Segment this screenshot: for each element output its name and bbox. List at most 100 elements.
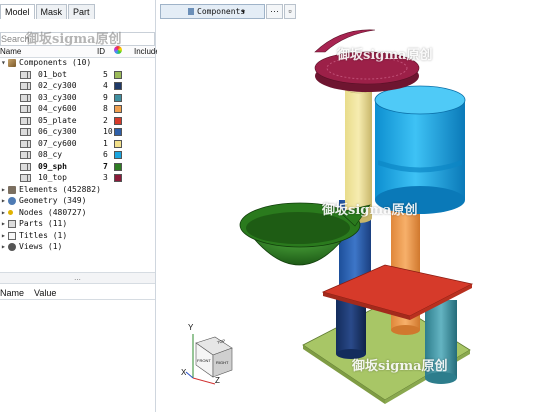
chevron-down-icon: ▾ — [241, 7, 246, 16]
component-id: 6 — [103, 150, 108, 159]
watermark-text: 御坂sigma原创 — [352, 359, 448, 374]
tree-row-views[interactable]: ▸ Views (1) — [0, 241, 155, 253]
x-axis-line — [185, 371, 194, 379]
component-row[interactable]: 06_cy300 10 — [0, 126, 155, 138]
component-label: 06_cy300 — [38, 127, 77, 136]
nodes-icon — [8, 209, 13, 215]
component-color-swatch[interactable] — [114, 151, 122, 159]
component-color-swatch[interactable] — [114, 105, 122, 113]
more-options-button[interactable]: ··· — [266, 4, 283, 19]
component-row[interactable]: 09_sph 7 — [0, 161, 155, 173]
expand-arrow-icon[interactable]: ▸ — [1, 184, 6, 196]
component-id: 8 — [103, 104, 108, 113]
tab-part[interactable]: Part — [68, 4, 95, 19]
splitter-grip: ... — [74, 273, 81, 282]
pin-button[interactable]: ▫ — [284, 4, 296, 19]
component-label: 05_plate — [38, 115, 77, 125]
component-id: 5 — [103, 69, 108, 79]
component-color-swatch[interactable] — [114, 139, 122, 148]
expand-arrow-icon[interactable]: ▸ — [1, 230, 6, 242]
entity-type-label: Components — [197, 7, 246, 16]
component-id: 9 — [103, 92, 108, 102]
views-icon — [8, 243, 16, 251]
expand-arrow-icon[interactable]: ▸ — [1, 218, 6, 230]
component-color-swatch[interactable] — [114, 162, 122, 171]
component-label: 02_cy300 — [38, 81, 77, 90]
y-axis-label: Y — [188, 323, 194, 332]
component-color-swatch[interactable] — [114, 93, 122, 102]
tree-row-label: Parts (11) — [19, 219, 68, 228]
watermark-text: 御坂sigma原创 — [337, 48, 433, 63]
component-color-swatch[interactable] — [114, 174, 122, 182]
component-label: 10_top — [38, 173, 67, 182]
titles-icon — [8, 231, 16, 240]
watermark-text: 御坂sigma原创 — [26, 32, 122, 47]
component-row[interactable]: 02_cy300 4 — [0, 80, 155, 92]
component-label: 08_cy — [38, 150, 63, 159]
expand-arrow-icon[interactable]: ▸ — [1, 241, 6, 253]
component-label: 01_bot — [38, 69, 67, 79]
component-label: 04_cy600 — [38, 104, 77, 113]
components-label: Components (10) — [19, 58, 92, 67]
tree-row-label: Nodes (480727) — [19, 207, 87, 217]
component-color-swatch[interactable] — [114, 70, 122, 79]
column-id[interactable]: ID — [97, 47, 105, 56]
tab-model[interactable]: Model — [0, 4, 35, 19]
model-tree: ▾ Components (10) 01_bot 5 02_cy300 4 03_cy3… — [0, 57, 155, 253]
component-row[interactable]: 01_bot 5 — [0, 69, 155, 81]
expand-arrow-icon[interactable]: ▸ — [1, 207, 6, 219]
component-row[interactable]: 04_cy600 8 — [0, 103, 155, 115]
tree-row-geometry[interactable]: ▸ Geometry (349) — [0, 195, 155, 207]
visibility-icon[interactable] — [27, 93, 31, 102]
tree-row-label: Geometry (349) — [19, 196, 87, 205]
component-row[interactable]: 10_top 3 — [0, 172, 155, 184]
cube-right-label: RIGHT — [216, 360, 229, 365]
component-id: 10 — [103, 127, 113, 136]
components-icon — [188, 8, 194, 15]
elements-icon — [8, 185, 16, 194]
visibility-icon[interactable] — [27, 151, 31, 159]
visibility-icon[interactable] — [27, 139, 31, 148]
component-id: 1 — [103, 138, 108, 148]
browser-tabs: Model Mask Part — [0, 4, 96, 19]
cylinder-08-cy[interactable] — [374, 85, 466, 214]
tab-mask[interactable]: Mask — [35, 4, 68, 19]
components-folder-icon — [8, 59, 16, 67]
z-axis-line — [192, 377, 216, 385]
panel-splitter[interactable]: ... — [0, 272, 155, 284]
tree-row-label: Titles (1) — [19, 230, 68, 240]
color-wheel-icon[interactable] — [114, 46, 122, 54]
component-row[interactable]: 07_cy600 1 — [0, 138, 155, 150]
collapse-arrow-icon[interactable]: ▾ — [1, 57, 6, 69]
column-name[interactable]: Name — [0, 47, 21, 56]
expand-arrow-icon[interactable]: ▸ — [1, 195, 6, 207]
component-list: 01_bot 5 02_cy300 4 03_cy300 9 04_cy600 8 05_pla… — [0, 69, 155, 184]
component-label: 09_sph — [38, 161, 67, 171]
component-row[interactable]: 05_plate 2 — [0, 115, 155, 127]
column-include[interactable]: Include — [134, 47, 160, 56]
tree-row-parts[interactable]: ▸ Parts (11) — [0, 218, 155, 230]
visibility-icon[interactable] — [27, 116, 31, 125]
entity-type-dropdown[interactable]: Components ▾ — [160, 4, 265, 19]
tree-row-elements[interactable]: ▸ Elements (452882) — [0, 184, 155, 196]
tree-row-titles[interactable]: ▸ Titles (1) — [0, 230, 155, 242]
component-color-swatch[interactable] — [114, 128, 122, 136]
component-label: 03_cy300 — [38, 92, 77, 102]
component-color-swatch[interactable] — [114, 116, 122, 125]
visibility-icon[interactable] — [27, 82, 31, 90]
component-row[interactable]: 03_cy300 9 — [0, 92, 155, 104]
visibility-icon[interactable] — [27, 174, 31, 182]
x-axis-label: X — [181, 368, 187, 377]
tree-row-nodes[interactable]: ▸ Nodes (480727) — [0, 207, 155, 219]
watermark-text: 御坂sigma原创 — [322, 203, 418, 218]
z-axis-label: Z — [215, 376, 220, 385]
component-color-swatch[interactable] — [114, 82, 122, 90]
visibility-icon[interactable] — [27, 70, 31, 79]
model-browser-panel: Model Mask Part Search Name ID Include ▾… — [0, 0, 160, 412]
visibility-icon[interactable] — [27, 105, 31, 113]
visibility-icon[interactable] — [27, 162, 31, 171]
other-entity-list: ▸ Elements (452882) ▸ Geometry (349) ▸ Nodes … — [0, 184, 155, 253]
visibility-icon[interactable] — [27, 128, 31, 136]
tree-row-components[interactable]: ▾ Components (10) — [0, 57, 155, 69]
component-row[interactable]: 08_cy 6 — [0, 149, 155, 161]
